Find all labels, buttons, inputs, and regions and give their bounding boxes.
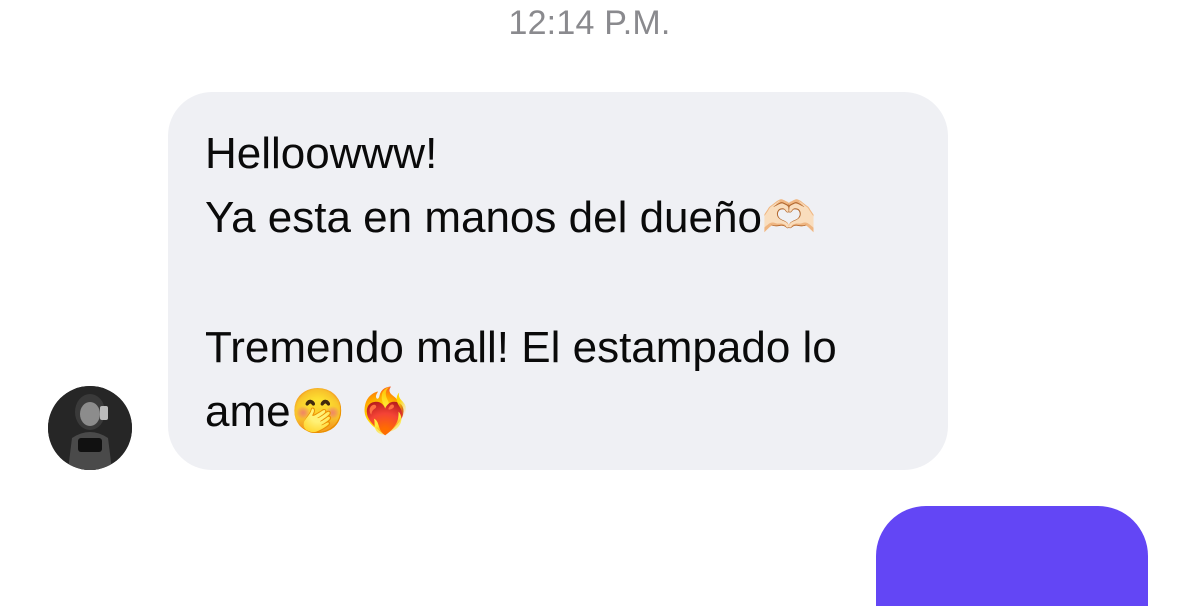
message-line-4: ame🤭 ❤️‍🔥 (205, 387, 413, 436)
avatar-photo-icon (48, 386, 132, 470)
sent-message-bubble[interactable] (876, 506, 1148, 606)
message-line-3: Tremendo mall! El estampado lo (205, 323, 837, 372)
message-timestamp: 12:14 P.M. (508, 4, 671, 42)
sender-avatar[interactable] (48, 386, 132, 470)
message-line-2: Ya esta en manos del dueño🫶🏻 (205, 193, 817, 242)
message-line-1: Helloowww! (205, 129, 438, 178)
received-message-bubble[interactable]: Helloowww! Ya esta en manos del dueño🫶🏻 … (168, 92, 948, 470)
